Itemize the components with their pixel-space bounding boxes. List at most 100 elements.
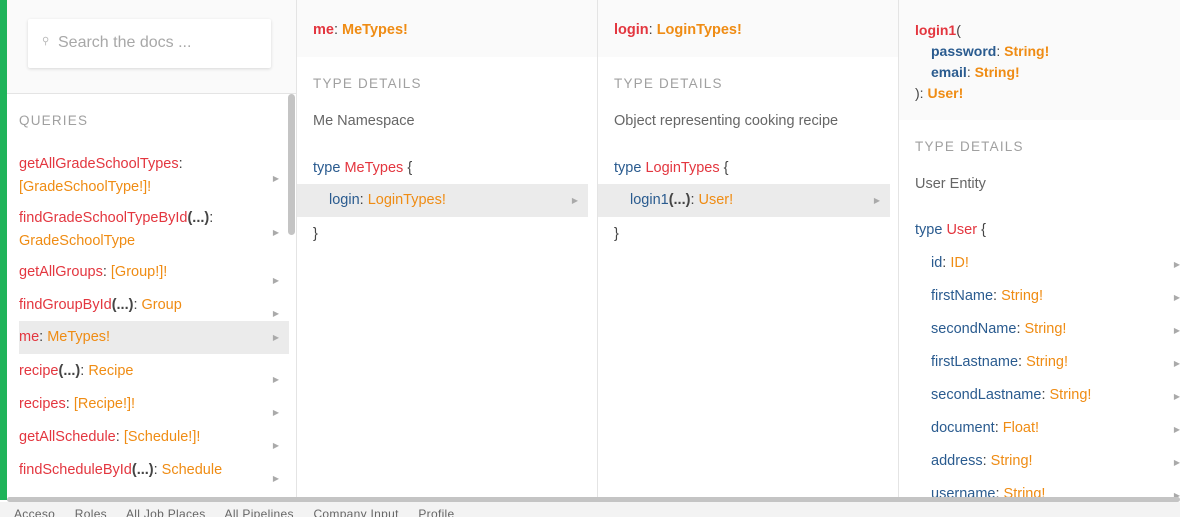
query-name: getAllGroups xyxy=(19,264,103,280)
header-field-name: login1 xyxy=(915,22,957,38)
bottom-tab[interactable]: Company Input xyxy=(313,507,398,517)
docs-column-login1: login1( password: String! email: String!… xyxy=(899,0,1180,497)
field-row-login[interactable]: login: LoginTypes! ▶ xyxy=(297,184,588,217)
field-row-firstLastname[interactable]: firstLastname: String! ▶ xyxy=(899,346,1180,379)
bottom-tab[interactable]: All Job Places xyxy=(126,507,206,517)
query-name: findGradeSchoolTypeById xyxy=(19,210,188,226)
field-row-document[interactable]: document: Float! ▶ xyxy=(899,412,1180,445)
bottom-tab-list: Acceso Roles All Job Places All Pipeline… xyxy=(14,507,471,517)
type-name-link[interactable]: MeTypes xyxy=(344,160,403,176)
chevron-right-icon: ▶ xyxy=(272,474,279,483)
type-declaration: type MeTypes { xyxy=(313,160,413,176)
query-item-findGroupById[interactable]: findGroupById(...): Group ▶ xyxy=(19,294,289,318)
field-type: String! xyxy=(1024,321,1067,337)
query-item-recipe[interactable]: recipe(...): Recipe ▶ xyxy=(19,360,289,384)
type-close-brace: } xyxy=(614,226,619,242)
chevron-right-icon: ▶ xyxy=(571,196,578,205)
docs-column-login: login: LoginTypes! TYPE DETAILS Object r… xyxy=(598,0,899,497)
query-type: [Schedule!]! xyxy=(123,429,201,445)
query-name: getAllSchedule xyxy=(19,429,116,445)
column-header: login: LoginTypes! xyxy=(598,0,898,57)
header-field-type[interactable]: User! xyxy=(927,85,963,101)
type-declaration: type User { xyxy=(915,222,986,238)
field-type: String! xyxy=(1003,486,1046,497)
type-declaration: type LoginTypes { xyxy=(614,160,729,176)
query-type: Recipe xyxy=(88,363,134,379)
header-arg-email: email: String! xyxy=(931,64,1020,80)
bottom-tab[interactable]: Acceso xyxy=(14,507,55,517)
field-type: String! xyxy=(1026,354,1069,370)
field-name: id xyxy=(931,255,943,271)
field-name: secondLastname xyxy=(931,387,1042,403)
query-item-getAllGroups[interactable]: getAllGroups: [Group!]! ▶ xyxy=(19,261,289,285)
field-type: LoginTypes! xyxy=(367,192,446,208)
field-row-firstName[interactable]: firstName: String! ▶ xyxy=(899,280,1180,313)
docs-column-me: me: MeTypes! TYPE DETAILS Me Namespace t… xyxy=(297,0,598,497)
chevron-right-icon: ▶ xyxy=(1173,260,1180,269)
field-row-login1[interactable]: login1(...): User! ▶ xyxy=(598,184,890,217)
query-type: [Group!]! xyxy=(110,264,168,280)
field-name: firstName xyxy=(931,288,994,304)
query-type: [Recipe!]! xyxy=(73,396,136,412)
type-name-link[interactable]: User xyxy=(946,222,977,238)
bottom-tab-strip: Acceso Roles All Job Places All Pipeline… xyxy=(0,502,1180,517)
type-details-title: TYPE DETAILS xyxy=(915,139,1024,154)
chevron-right-icon: ▶ xyxy=(272,174,279,183)
chevron-right-icon: ▶ xyxy=(1173,293,1180,302)
chevron-right-icon: ▶ xyxy=(272,276,279,285)
query-name: recipes xyxy=(19,396,66,412)
query-type: [GradeSchoolType!]! xyxy=(19,179,152,195)
header-field-name: me xyxy=(313,22,334,38)
type-name-link[interactable]: LoginTypes xyxy=(645,160,719,176)
query-name: findScheduleById xyxy=(19,462,132,478)
query-item-getAllSchedule[interactable]: getAllSchedule: [Schedule!]! ▶ xyxy=(19,426,289,450)
search-input[interactable] xyxy=(58,30,258,56)
type-description: Object representing cooking recipe xyxy=(614,113,839,129)
bottom-tab[interactable]: Profile xyxy=(418,507,454,517)
column-header: login1( password: String! email: String!… xyxy=(899,0,1180,120)
field-name: login xyxy=(329,192,360,208)
query-type: Schedule xyxy=(161,462,223,478)
field-type: String! xyxy=(990,453,1033,469)
field-name: address xyxy=(931,453,983,469)
field-row-username[interactable]: username: String! ▶ xyxy=(899,478,1180,497)
chevron-right-icon: ▶ xyxy=(272,228,279,237)
type-description: Me Namespace xyxy=(313,113,415,129)
query-item-me[interactable]: me: MeTypes! ▶ xyxy=(19,321,289,354)
query-item-findScheduleById[interactable]: findScheduleById(...): Schedule ▶ xyxy=(19,459,289,483)
chevron-right-icon: ▶ xyxy=(873,196,880,205)
column-header: me: MeTypes! xyxy=(297,0,597,57)
field-row-address[interactable]: address: String! ▶ xyxy=(899,445,1180,478)
query-item-getAllGradeSchoolTypes[interactable]: getAllGradeSchoolTypes: [GradeSchoolType… xyxy=(19,153,289,199)
query-name: me xyxy=(19,329,40,345)
bottom-tab[interactable]: Roles xyxy=(75,507,107,517)
header-field-name: login xyxy=(614,22,649,38)
type-close-brace: } xyxy=(313,226,318,242)
field-name: username xyxy=(931,486,996,497)
query-name: getAllGradeSchoolTypes xyxy=(19,156,179,172)
field-row-secondLastname[interactable]: secondLastname: String! ▶ xyxy=(899,379,1180,412)
queries-scrollbar[interactable] xyxy=(288,94,295,235)
accent-bar xyxy=(0,0,7,500)
query-name: findGroupById xyxy=(19,297,112,313)
query-item-findGradeSchoolTypeById[interactable]: findGradeSchoolTypeById(...): GradeSchoo… xyxy=(19,207,289,253)
header-arg-password: password: String! xyxy=(931,43,1050,59)
search-area: ⚲ xyxy=(7,0,296,94)
field-name: document xyxy=(931,420,995,436)
field-row-id[interactable]: id: ID! ▶ xyxy=(899,247,1180,280)
header-field-type[interactable]: MeTypes! xyxy=(342,22,408,38)
header-field-type[interactable]: LoginTypes! xyxy=(657,22,742,38)
search-box[interactable]: ⚲ xyxy=(28,19,271,68)
query-item-recipes[interactable]: recipes: [Recipe!]! ▶ xyxy=(19,393,289,417)
chevron-right-icon: ▶ xyxy=(272,441,279,450)
type-details-title: TYPE DETAILS xyxy=(614,76,723,91)
field-type: String! xyxy=(1001,288,1044,304)
chevron-right-icon: ▶ xyxy=(1173,392,1180,401)
field-type: String! xyxy=(1049,387,1092,403)
type-description: User Entity xyxy=(915,176,986,192)
field-type: User! xyxy=(698,192,734,208)
field-row-secondName[interactable]: secondName: String! ▶ xyxy=(899,313,1180,346)
type-details-title: TYPE DETAILS xyxy=(313,76,422,91)
chevron-right-icon: ▶ xyxy=(1173,359,1180,368)
bottom-tab[interactable]: All Pipelines xyxy=(225,507,294,517)
